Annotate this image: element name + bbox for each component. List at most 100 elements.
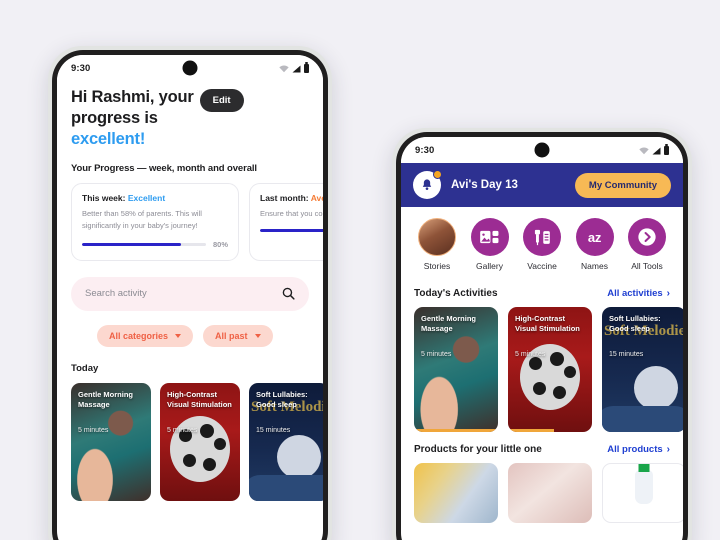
activity-duration: 5 minutes <box>78 426 109 434</box>
bell-icon <box>422 179 432 190</box>
products-section-header: Products for your little one All product… <box>401 432 683 455</box>
screenshot-stage: 9:30 Hi Rashmi, your progress is excelle… <box>0 0 720 540</box>
bottle-icon <box>635 470 653 504</box>
notification-bell[interactable] <box>413 170 442 199</box>
search-input[interactable] <box>85 288 282 300</box>
chevron-down-icon <box>254 333 261 338</box>
ladybug-spot <box>203 457 216 471</box>
progress-section-title: Your Progress — week, month and overall <box>71 163 257 175</box>
progress-bar-row <box>260 228 323 233</box>
camera-punch-hole <box>182 60 198 76</box>
section-title: Products for your little one <box>414 444 542 455</box>
wifi-icon <box>279 65 289 72</box>
progress-fill <box>260 228 323 233</box>
activity-duration: 15 minutes <box>609 351 644 358</box>
chevron-right-icon <box>638 228 656 246</box>
ladybug-spot <box>553 386 566 399</box>
filter-chip-label: All categories <box>109 330 169 341</box>
progress-card-body: Ensure that you complete activities. <box>260 209 323 219</box>
progress-card-value: Excellent <box>127 193 166 204</box>
my-community-button[interactable]: My Community <box>574 172 671 198</box>
progress-card-label: This week: <box>82 193 126 204</box>
product-card[interactable] <box>414 463 498 523</box>
left-content: Hi Rashmi, your progress is excellent! E… <box>57 81 323 501</box>
activity-title: High-Contrast Visual Stimulation <box>515 314 580 333</box>
progress-card[interactable]: This week: Excellent Better than 58% of … <box>71 183 239 261</box>
app-title: Avi's Day 13 <box>451 179 518 191</box>
activity-card[interactable]: Gentle Morning Massage 5 minutes <box>414 307 498 432</box>
progress-card-heading: This week: Excellent <box>82 193 228 203</box>
edit-button[interactable]: Edit <box>199 89 244 112</box>
activity-carousel[interactable]: Gentle Morning Massage 5 minutes High-Co… <box>71 382 323 501</box>
ladybug-spot <box>550 352 564 366</box>
tool-label: All Tools <box>631 261 663 271</box>
product-carousel[interactable] <box>401 455 683 523</box>
progress-fill <box>82 242 182 247</box>
activity-card[interactable]: Soft Melodies for Baby Soft Lullabies: G… <box>602 307 683 432</box>
filter-chip-categories[interactable]: All categories <box>97 324 194 347</box>
status-time: 9:30 <box>71 62 91 74</box>
progress-card-body: Better than 58% of parents. This will si… <box>82 209 202 230</box>
az-icon: az <box>587 229 602 245</box>
link-label: All products <box>607 444 663 455</box>
moon-icon <box>277 434 321 479</box>
greeting-row: Hi Rashmi, your progress is excellent! E… <box>71 87 309 149</box>
activity-card[interactable]: High-Contrast Visual Stimulation 5 minut… <box>160 382 240 501</box>
notification-badge-dot <box>433 170 442 179</box>
status-icons <box>279 62 309 73</box>
search-icon[interactable] <box>282 287 295 300</box>
tool-label: Gallery <box>476 261 503 271</box>
activity-duration: 5 minutes <box>421 351 452 358</box>
activity-card[interactable]: High-Contrast Visual Stimulation 5 minut… <box>508 307 592 432</box>
moon-icon <box>634 366 678 410</box>
progress-track <box>82 242 206 247</box>
product-card[interactable] <box>508 463 592 523</box>
all-activities-link[interactable]: All activities › <box>607 288 670 299</box>
status-bar: 9:30 <box>57 55 323 81</box>
greeting-accent: excellent! <box>71 129 146 148</box>
signal-icon <box>292 64 301 73</box>
phone-screen-left: 9:30 Hi Rashmi, your progress is excelle… <box>57 55 323 540</box>
product-card[interactable] <box>602 463 683 523</box>
activity-carousel[interactable]: Gentle Morning Massage 5 minutes High-Co… <box>401 299 683 432</box>
tool-names[interactable]: az Names <box>572 218 618 271</box>
filter-chip-past[interactable]: All past <box>203 324 273 347</box>
syringe-icon <box>534 229 550 245</box>
greeting-line-1: Hi Rashmi, your <box>71 88 194 106</box>
tool-label: Names <box>581 261 608 271</box>
filter-chip-label: All past <box>215 330 248 341</box>
tool-stories[interactable]: Stories <box>414 218 460 271</box>
activity-card[interactable]: Gentle Morning Massage 5 minutes <box>71 382 151 501</box>
battery-icon <box>304 62 309 73</box>
activity-card[interactable]: Soft Melodies for Baby Soft Lullabies: G… <box>249 382 323 501</box>
activity-duration: 15 minutes <box>256 426 291 434</box>
tool-vaccine[interactable]: Vaccine <box>519 218 565 271</box>
battery-icon <box>664 144 669 155</box>
progress-percent-label: 80% <box>212 239 228 249</box>
greeting-heading: Hi Rashmi, your progress is excellent! <box>71 87 194 149</box>
search-bar[interactable] <box>71 276 309 311</box>
chevron-right-icon: › <box>666 288 670 299</box>
progress-card-carousel[interactable]: This week: Excellent Better than 58% of … <box>71 183 323 261</box>
signal-icon <box>652 146 661 155</box>
all-products-link[interactable]: All products › <box>607 444 670 455</box>
ladybug-spot <box>529 357 542 370</box>
ladybug-spot <box>533 382 546 395</box>
tool-circle: az <box>575 218 614 256</box>
section-title: Today's Activities <box>414 288 498 299</box>
activity-title: Soft Lullabies: Good sleep <box>256 389 308 409</box>
filter-chip-row: All categories All past <box>71 324 309 347</box>
wifi-icon <box>639 147 649 154</box>
tool-all-tools[interactable]: All Tools <box>624 218 670 271</box>
app-header: Avi's Day 13 My Community <box>401 163 683 207</box>
tool-gallery[interactable]: Gallery <box>467 218 513 271</box>
chevron-right-icon: › <box>666 444 670 455</box>
phone-mockup-right: 9:30 Avi's Day 13 My Community Stories G… <box>392 128 692 540</box>
progress-card[interactable]: Last month: Average Ensure that you comp… <box>249 183 323 261</box>
activity-title: Gentle Morning Massage <box>421 314 476 333</box>
activity-title: High-Contrast Visual Stimulation <box>167 389 232 409</box>
progress-track <box>260 228 323 233</box>
activity-duration: 5 minutes <box>515 351 546 358</box>
ladybug-spot <box>564 366 576 378</box>
tool-circle <box>628 218 666 256</box>
